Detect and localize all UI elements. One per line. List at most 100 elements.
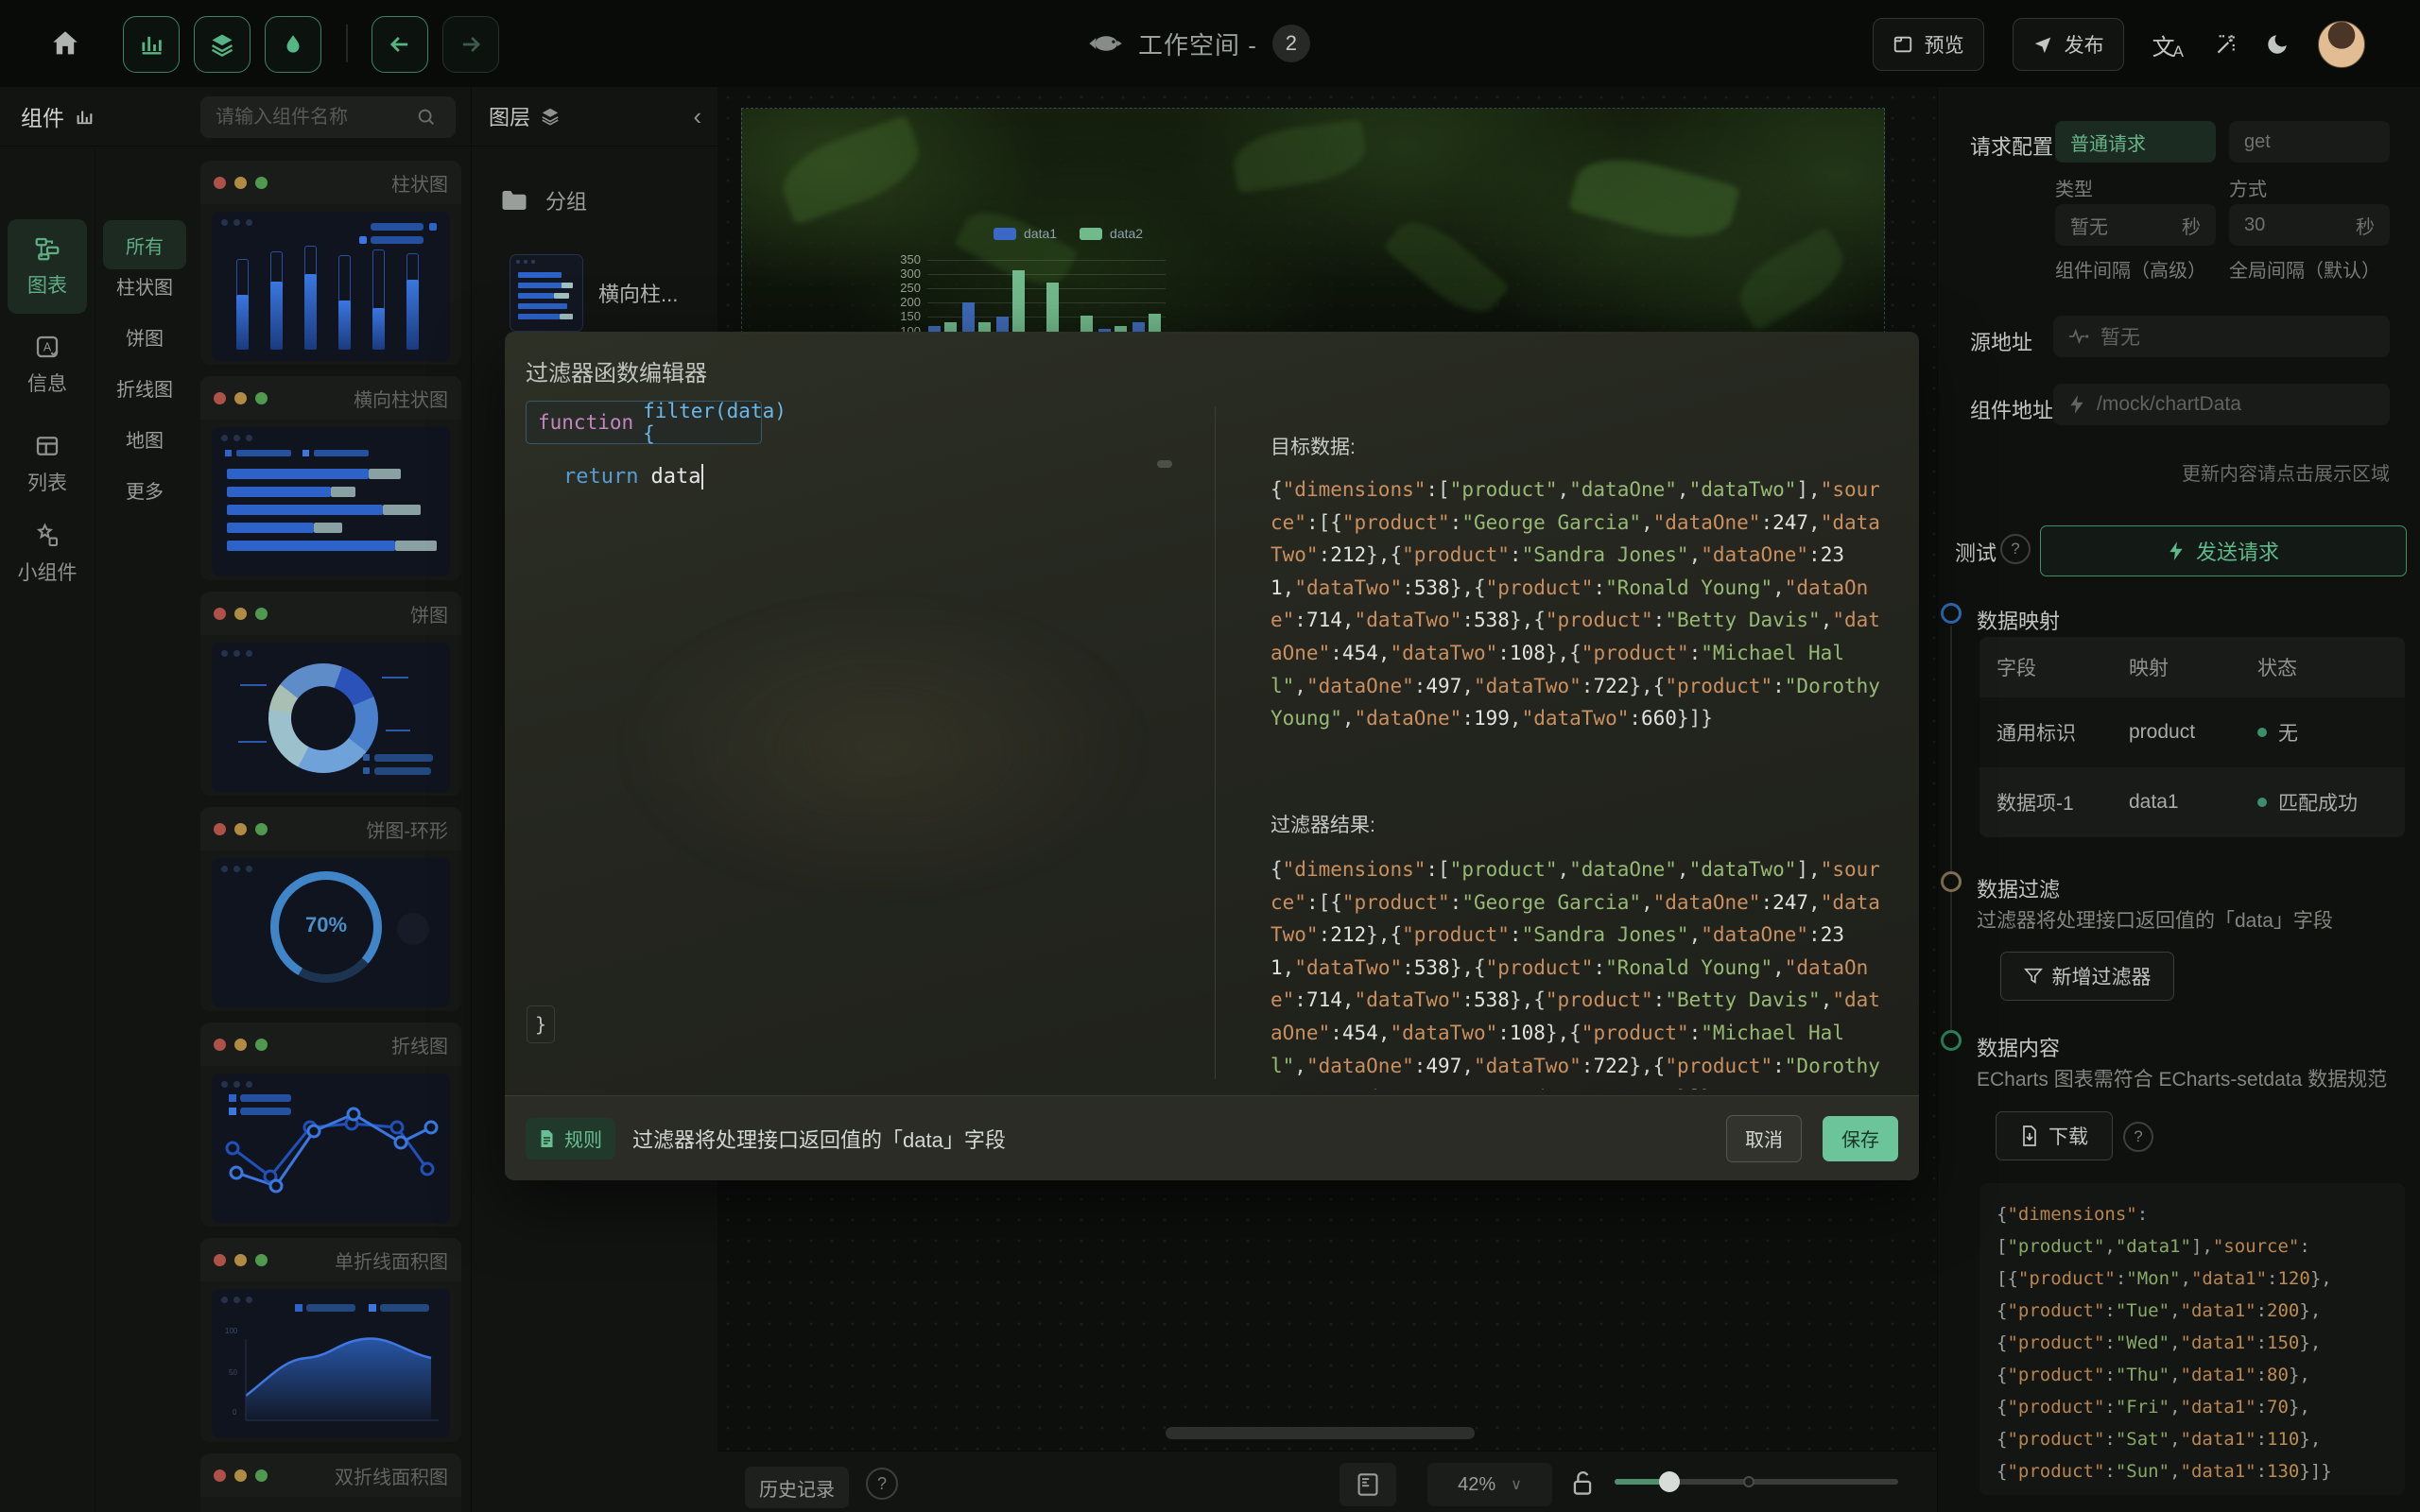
content-node-icon xyxy=(1941,1030,1962,1051)
request-type-select[interactable]: 普通请求 xyxy=(2055,121,2216,163)
card-window-dots xyxy=(214,608,268,620)
preview-button[interactable]: 预览 xyxy=(1873,18,1984,71)
modal-title: 过滤器函数编辑器 xyxy=(526,354,707,387)
canvas-bar-data2 xyxy=(1012,270,1025,333)
zoom-select[interactable]: 42% ∨ xyxy=(1427,1463,1552,1506)
send-request-button[interactable]: 发送请求 xyxy=(2040,525,2407,576)
filter-item-2[interactable]: 柱状图 xyxy=(103,261,186,310)
data-filter-desc: 过滤器将处理接口返回值的「data」字段 xyxy=(1977,905,2333,934)
publish-button[interactable]: 发布 xyxy=(2013,18,2124,71)
info-icon: A xyxy=(33,333,61,361)
data-content-json[interactable]: {"dimensions": ["product","data1"],"sour… xyxy=(1979,1183,2405,1495)
folder-icon xyxy=(500,188,528,213)
layer-group-item[interactable]: 分组 xyxy=(472,178,718,223)
layers-mode-button[interactable] xyxy=(194,16,251,73)
source-addr-input[interactable]: 暂无 xyxy=(2053,316,2390,357)
style-mode-button[interactable] xyxy=(265,16,321,73)
lightning-icon xyxy=(2068,394,2085,415)
dark-mode-icon[interactable] xyxy=(2265,32,2290,57)
canvas-footer-bar: 历史记录 ? 42% ∨ xyxy=(717,1451,1937,1512)
toggle-panel-button[interactable] xyxy=(1340,1463,1396,1506)
editor-scrollbar-thumb[interactable] xyxy=(1157,460,1172,468)
code-editor-line[interactable]: return data xyxy=(563,464,703,490)
source-addr-label: 源地址 xyxy=(1970,326,2032,356)
unlock-icon[interactable] xyxy=(1570,1469,1595,1497)
help-icon[interactable]: ? xyxy=(866,1468,898,1500)
global-interval-input[interactable]: 30秒 xyxy=(2229,204,2390,246)
window-icon xyxy=(1893,34,1913,55)
header-divider xyxy=(346,25,348,62)
canvas-y-tick: 250 xyxy=(889,281,921,295)
component-card-pie[interactable]: 饼图 xyxy=(200,592,461,796)
layer-thumbnail xyxy=(510,254,583,332)
download-help-icon[interactable]: ? xyxy=(2123,1122,2153,1152)
component-interval-input[interactable]: 暂无秒 xyxy=(2055,204,2216,246)
component-card-ring[interactable]: 饼图-环形70% xyxy=(200,807,461,1011)
sidebar-category-2[interactable]: A信息 xyxy=(8,320,87,409)
mapping-table-row[interactable]: 通用标识product无 xyxy=(1979,697,2405,767)
funnel-icon xyxy=(2024,967,2043,986)
save-button[interactable]: 保存 xyxy=(1823,1116,1898,1161)
add-filter-button[interactable]: 新增过滤器 xyxy=(2000,952,2174,1001)
canvas-horizontal-scrollbar[interactable] xyxy=(1166,1427,1475,1439)
test-help-icon[interactable]: ? xyxy=(2000,534,2031,564)
filter-item-6[interactable]: 更多 xyxy=(103,465,186,514)
global-interval-label: 全局间隔（默认） xyxy=(2229,255,2380,283)
user-avatar[interactable] xyxy=(2318,21,2365,68)
zoom-slider-thumb[interactable] xyxy=(1659,1471,1680,1492)
data-filter-title: 数据过滤 xyxy=(1977,873,2060,903)
canvas-gridline xyxy=(927,260,1166,261)
filter-item-5[interactable]: 地图 xyxy=(103,414,186,463)
component-panel-title: 组件 xyxy=(21,100,95,132)
component-card-bar[interactable]: 柱状图 xyxy=(200,161,461,365)
magic-wand-icon[interactable] xyxy=(2212,32,2237,57)
history-button[interactable]: 历史记录 xyxy=(745,1467,849,1508)
file-download-icon xyxy=(2020,1125,2039,1146)
card-title: 双折线面积图 xyxy=(335,1462,448,1489)
mapping-table-row[interactable]: 数据项-1data1匹配成功 xyxy=(1979,767,2405,837)
sidebar-category-1[interactable]: 图表 xyxy=(8,219,87,314)
component-card-area[interactable]: 单折线面积图100500 xyxy=(200,1238,461,1442)
request-method-select[interactable]: get xyxy=(2229,121,2390,163)
card-window-dots xyxy=(214,823,268,835)
component-card-hbar[interactable]: 横向柱状图 xyxy=(200,376,461,580)
chart-mode-button[interactable] xyxy=(123,16,180,73)
canvas-y-tick: 300 xyxy=(889,266,921,281)
undo-button[interactable] xyxy=(372,16,428,73)
download-button[interactable]: 下载 xyxy=(1996,1111,2113,1160)
sidebar-category-3[interactable]: 列表 xyxy=(8,420,87,508)
language-icon[interactable]: 文A xyxy=(2152,28,2184,61)
component-card-line[interactable]: 折线图 xyxy=(200,1022,461,1227)
zoom-slider[interactable] xyxy=(1615,1479,1898,1485)
canvas-background-image[interactable]: data1data2 350300250200150100 xyxy=(741,108,1885,334)
canvas-legend-data1[interactable]: data1 xyxy=(994,226,1057,241)
mapping-title: 数据映射 xyxy=(1977,605,2060,635)
sidebar-category-4[interactable]: 小组件 xyxy=(8,509,87,598)
mapping-table: 字段映射状态通用标识product无数据项-1data1匹配成功 xyxy=(1979,637,2405,837)
closing-brace: } xyxy=(527,1005,555,1043)
component-addr-label: 组件地址 xyxy=(1970,394,2053,424)
canvas-legend-data2[interactable]: data2 xyxy=(1080,226,1143,241)
widget-icon xyxy=(33,522,61,550)
filter-item-4[interactable]: 折线图 xyxy=(103,363,186,412)
cancel-button[interactable]: 取消 xyxy=(1726,1115,1802,1162)
filter-node-icon xyxy=(1941,871,1962,892)
zoom-slider-marker xyxy=(1743,1476,1754,1487)
layer-item-hbar[interactable]: 横向柱... xyxy=(472,246,718,340)
arrow-left-icon xyxy=(387,31,413,58)
zoom-value: 42% xyxy=(1458,1474,1495,1496)
filter-result-label: 过滤器结果: xyxy=(1270,810,1375,838)
component-card-area2[interactable]: 双折线面积图 xyxy=(200,1453,461,1512)
component-panel: 组件 图表A信息列表小组件 所有柱状图饼图折线图地图更多 柱状图横向柱状图饼图饼… xyxy=(0,87,471,1512)
redo-button[interactable] xyxy=(442,16,499,73)
target-data-label: 目标数据: xyxy=(1270,432,1356,460)
home-icon[interactable] xyxy=(49,27,81,60)
collapse-layers-icon[interactable]: ‹ xyxy=(693,102,701,131)
card-title: 饼图 xyxy=(410,600,448,627)
chart-icon xyxy=(33,234,61,263)
filter-item-3[interactable]: 饼图 xyxy=(103,312,186,361)
panel-icon xyxy=(1357,1472,1379,1497)
component-search[interactable] xyxy=(200,96,456,138)
component-search-input[interactable] xyxy=(214,106,416,129)
component-addr-input[interactable]: /mock/chartData xyxy=(2053,384,2390,425)
